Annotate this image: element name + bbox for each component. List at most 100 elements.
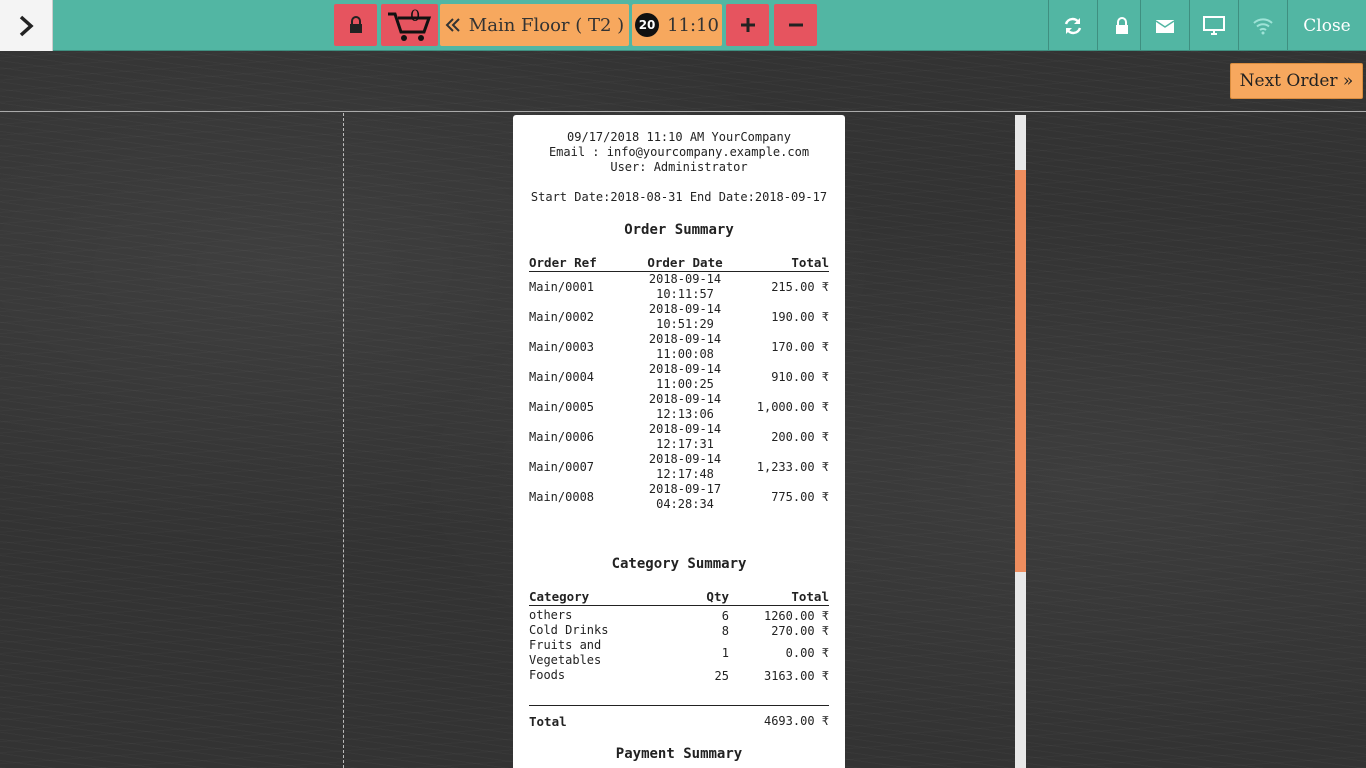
- plus-icon: [740, 18, 755, 32]
- order-row: Main/0005 2018-09-14 12:13:06 1,000.00 ₹: [529, 392, 829, 422]
- category-row: Foods 25 3163.00 ₹: [529, 668, 829, 683]
- order-date: 2018-09-14 11:00:25: [633, 362, 737, 392]
- cart-button[interactable]: 0: [381, 4, 438, 46]
- order-total: 200.00 ₹: [771, 430, 829, 444]
- category-row: Fruits and Vegetables 1 0.00 ₹: [529, 638, 829, 668]
- grand-total-value: 4693.00 ₹: [763, 714, 829, 728]
- order-date-day: 2018-09-14: [648, 392, 722, 406]
- order-count-badge: 20: [635, 13, 660, 37]
- order-date: 2018-09-14 12:17:31: [633, 422, 737, 452]
- order-row: Main/0007 2018-09-14 12:17:48 1,233.00 ₹: [529, 452, 829, 482]
- toggle-menu-button[interactable]: [0, 0, 53, 51]
- display-button[interactable]: [1189, 0, 1238, 51]
- order-summary-title: Order Summary: [624, 222, 734, 238]
- envelope-icon: [1155, 19, 1175, 33]
- top-bar: 0 Main Floor ( T2 ) 20 11:10 Close: [0, 0, 1366, 51]
- order-row: Main/0002 2018-09-14 10:51:29 190.00 ₹: [529, 302, 829, 332]
- time-label: 11:10: [667, 14, 719, 36]
- order-ref: Main/0005: [529, 400, 595, 414]
- order-total: 170.00 ₹: [771, 340, 829, 354]
- category-name: Cold Drinks: [529, 623, 609, 637]
- category-total: 1260.00 ₹: [763, 608, 829, 623]
- order-date-time: 10:11:57: [656, 287, 714, 301]
- category-name: others: [529, 608, 573, 622]
- date-range: Start Date:2018-08-31 End Date:2018-09-1…: [530, 190, 828, 204]
- wifi-icon: [1253, 17, 1273, 34]
- col-qty: Qty: [706, 589, 729, 604]
- order-date: 2018-09-14 11:00:08: [633, 332, 737, 362]
- receipt-header-strip: [0, 51, 1366, 112]
- order-date-day: 2018-09-14: [648, 362, 722, 376]
- order-date-time: 04:28:34: [656, 497, 714, 511]
- grand-total-row: Total 4693.00 ₹: [529, 705, 829, 729]
- category-qty: 25: [714, 668, 729, 683]
- add-order-button[interactable]: [726, 4, 769, 46]
- col-order-ref: Order Ref: [529, 255, 597, 270]
- order-date-time: 12:13:06: [656, 407, 714, 421]
- chevron-right-icon: [19, 15, 34, 36]
- sync-button[interactable]: [1048, 0, 1097, 51]
- grand-total-label: Total: [529, 714, 567, 729]
- next-order-button[interactable]: Next Order »: [1230, 63, 1363, 99]
- payment-summary-title: Payment Summary: [615, 746, 743, 762]
- order-date-time: 12:17:48: [656, 467, 714, 481]
- order-row: Main/0004 2018-09-14 11:00:25 910.00 ₹: [529, 362, 829, 392]
- col-order-date: Order Date: [647, 255, 723, 270]
- order-ref: Main/0002: [529, 310, 595, 324]
- floor-selector-button[interactable]: Main Floor ( T2 ): [440, 4, 629, 46]
- connection-button[interactable]: [1238, 0, 1287, 51]
- close-button[interactable]: Close: [1287, 0, 1366, 51]
- floor-label: Main Floor ( T2 ): [468, 14, 625, 36]
- order-ref: Main/0008: [529, 490, 595, 504]
- order-date: 2018-09-14 10:51:29: [633, 302, 737, 332]
- order-date-day: 2018-09-14: [648, 452, 722, 466]
- col-order-total: Total: [791, 255, 829, 270]
- order-rows: Main/0001 2018-09-14 10:11:57 215.00 ₹ Main/…: [529, 272, 829, 512]
- category-qty: 6: [721, 608, 729, 623]
- category-qty: 8: [721, 623, 729, 638]
- order-total: 775.00 ₹: [771, 490, 829, 504]
- minus-icon: [788, 23, 803, 27]
- category-total: 0.00 ₹: [785, 646, 829, 660]
- col-category: Category: [529, 589, 590, 604]
- order-date-time: 12:17:31: [656, 437, 714, 451]
- order-total: 910.00 ₹: [771, 370, 829, 384]
- order-row: Main/0008 2018-09-17 04:28:34 775.00 ₹: [529, 482, 829, 512]
- order-total: 1,000.00 ₹: [756, 400, 829, 414]
- category-name: Fruits and Vegetables: [529, 638, 602, 667]
- order-date-day: 2018-09-14: [648, 332, 722, 346]
- receipt-header-line: 09/17/2018 11:10 AM YourCompany: [567, 130, 791, 144]
- category-summary-title: Category Summary: [611, 556, 747, 572]
- order-time-button[interactable]: 20 11:10: [632, 4, 722, 46]
- order-row: Main/0003 2018-09-14 11:00:08 170.00 ₹: [529, 332, 829, 362]
- order-ref: Main/0004: [529, 370, 595, 384]
- order-date-day: 2018-09-17: [648, 482, 722, 496]
- category-qty: 1: [721, 646, 729, 660]
- order-ref: Main/0006: [529, 430, 595, 444]
- category-name: Foods: [529, 668, 566, 682]
- category-total: 270.00 ₹: [771, 623, 829, 638]
- order-date: 2018-09-14 10:11:57: [633, 272, 737, 302]
- lock-icon: [349, 16, 362, 33]
- order-ref: Main/0003: [529, 340, 595, 354]
- scrollbar-thumb[interactable]: [1015, 170, 1026, 572]
- order-date-time: 11:00:08: [656, 347, 714, 361]
- message-button[interactable]: [1140, 0, 1189, 51]
- category-total: 3163.00 ₹: [763, 668, 829, 683]
- order-total: 190.00 ₹: [771, 310, 829, 324]
- lock-button[interactable]: [334, 4, 377, 46]
- order-date-day: 2018-09-14: [648, 272, 722, 286]
- order-ref: Main/0007: [529, 460, 595, 474]
- order-ref: Main/0001: [529, 280, 595, 294]
- lock-icon: [1116, 16, 1128, 34]
- order-date: 2018-09-14 12:13:06: [633, 392, 737, 422]
- remove-order-button[interactable]: [774, 4, 817, 46]
- receipt-user-line: User: Administrator: [610, 160, 748, 174]
- monitor-icon: [1203, 15, 1225, 35]
- order-date: 2018-09-17 04:28:34: [633, 482, 737, 512]
- lock-screen-button[interactable]: [1097, 0, 1146, 51]
- refresh-icon: [1064, 17, 1082, 34]
- order-table-header: Order Ref Order Date Total: [529, 255, 829, 272]
- order-row: Main/0006 2018-09-14 12:17:31 200.00 ₹: [529, 422, 829, 452]
- order-date-time: 11:00:25: [656, 377, 714, 391]
